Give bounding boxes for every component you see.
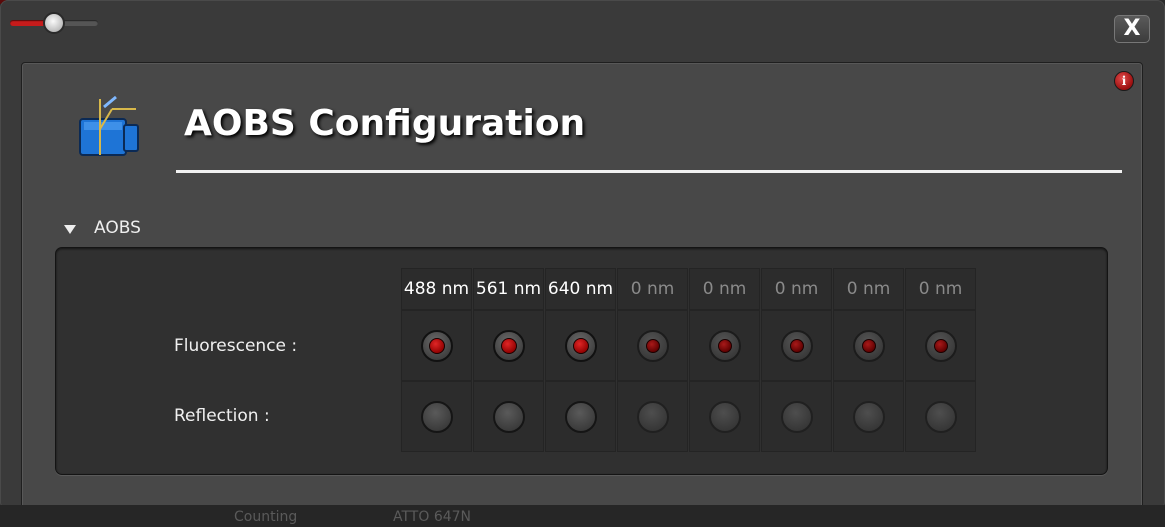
close-button[interactable]: X: [1114, 15, 1150, 43]
channel-header: 0 nm: [905, 268, 976, 310]
fluorescence-cell: [689, 310, 760, 381]
reflection-radio[interactable]: [852, 400, 885, 433]
title-divider: [176, 170, 1122, 173]
fluorescence-label: Fluorescence :: [174, 336, 298, 356]
fluorescence-cell: [617, 310, 688, 381]
fluorescence-cell: [401, 310, 472, 381]
page-title: AOBS Configuration: [184, 103, 586, 144]
reflection-cell: [689, 381, 760, 452]
radio-selected-dot: [428, 337, 445, 354]
radio-selected-dot: [789, 338, 804, 353]
reflection-radio[interactable]: [780, 400, 813, 433]
radio-selected-dot: [645, 338, 660, 353]
fluorescence-radio[interactable]: [708, 329, 741, 362]
channel-header: 561 nm: [473, 268, 544, 310]
fluorescence-radio[interactable]: [636, 329, 669, 362]
reflection-cell: [833, 381, 904, 452]
radio-selected-dot: [500, 337, 517, 354]
radio-selected-dot: [717, 338, 732, 353]
fluorescence-radio[interactable]: [780, 329, 813, 362]
aobs-dialog: i AOBS Configuration AOBS Fluorescence :…: [21, 62, 1143, 509]
section-label: AOBS: [94, 218, 141, 238]
reflection-cell: [761, 381, 832, 452]
reflection-radio[interactable]: [924, 400, 957, 433]
background-app-bottom: Counting ATTO 647N: [0, 505, 1165, 527]
reflection-label: Reflection :: [174, 406, 270, 426]
fluorescence-cell: [473, 310, 544, 381]
fluorescence-radio[interactable]: [852, 329, 885, 362]
fluorescence-radio[interactable]: [492, 329, 525, 362]
channel-header: 0 nm: [689, 268, 760, 310]
fluorescence-cell: [905, 310, 976, 381]
background-dye-text: ATTO 647N: [393, 509, 472, 525]
reflection-cell: [401, 381, 472, 452]
aobs-app-icon: [79, 95, 139, 156]
reflection-radio[interactable]: [492, 400, 525, 433]
close-icon: X: [1123, 16, 1141, 41]
reflection-cell: [473, 381, 544, 452]
channel-header: 0 nm: [617, 268, 688, 310]
background-counting-text: Counting: [234, 509, 298, 525]
channel-header: 488 nm: [401, 268, 472, 310]
fluorescence-cell: [833, 310, 904, 381]
opacity-slider[interactable]: [10, 12, 98, 34]
window-frame: X i AOBS Configuration AOBS Fluorescence…: [0, 0, 1165, 510]
reflection-radio[interactable]: [564, 400, 597, 433]
channel-header: 0 nm: [833, 268, 904, 310]
fluorescence-radio[interactable]: [420, 329, 453, 362]
opacity-slider-thumb[interactable]: [43, 12, 65, 34]
reflection-radio[interactable]: [708, 400, 741, 433]
reflection-cell: [905, 381, 976, 452]
radio-selected-dot: [861, 338, 876, 353]
radio-selected-dot: [933, 338, 948, 353]
channel-header: 640 nm: [545, 268, 616, 310]
fluorescence-radio[interactable]: [924, 329, 957, 362]
aobs-section-toggle[interactable]: AOBS: [64, 217, 141, 239]
reflection-cell: [545, 381, 616, 452]
reflection-radio[interactable]: [636, 400, 669, 433]
info-icon[interactable]: i: [1114, 71, 1134, 91]
fluorescence-cell: [761, 310, 832, 381]
collapse-triangle-icon: [64, 224, 76, 234]
radio-selected-dot: [572, 337, 589, 354]
fluorescence-cell: [545, 310, 616, 381]
reflection-radio[interactable]: [420, 400, 453, 433]
channel-header: 0 nm: [761, 268, 832, 310]
aobs-section-panel: Fluorescence : Reflection : 488 nm 561 nm…: [55, 247, 1108, 475]
reflection-cell: [617, 381, 688, 452]
fluorescence-radio[interactable]: [564, 329, 597, 362]
